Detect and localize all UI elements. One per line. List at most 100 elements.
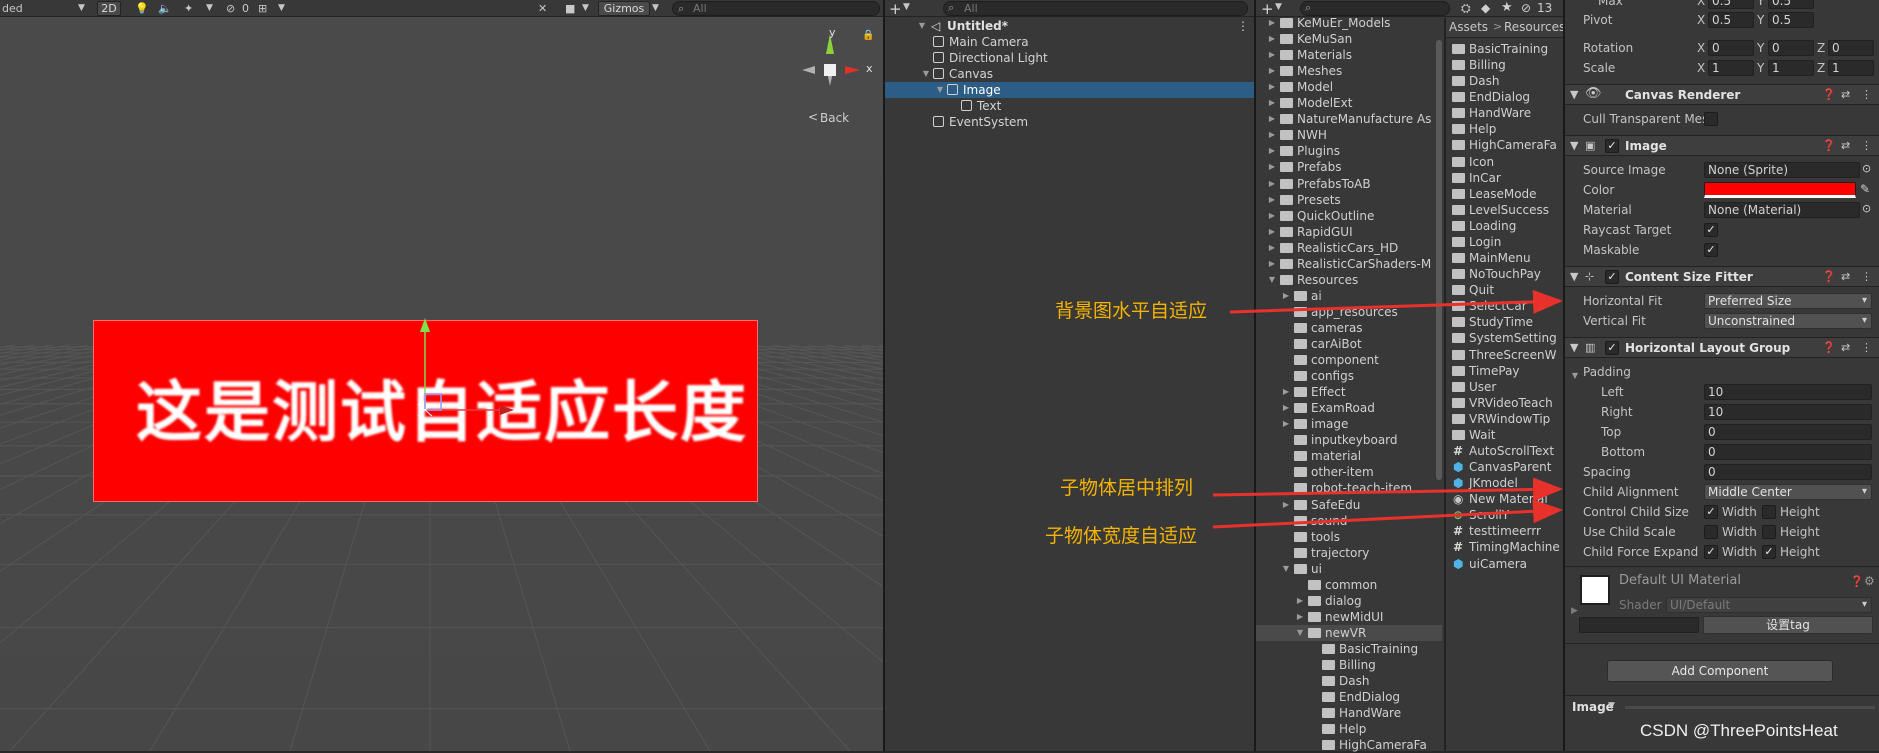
expand-icon[interactable]: ▶ xyxy=(1267,95,1277,111)
gear-icon[interactable]: ⚙ xyxy=(1864,574,1875,588)
project-file-item[interactable]: # testtimeerrr xyxy=(1446,523,1563,539)
horizontal-layout-group-header[interactable]: ▼ ▥ ✓ Horizontal Layout Group ❓ ⇄ ⋮ xyxy=(1565,337,1879,358)
project-tree-item[interactable]: trajectory xyxy=(1256,545,1442,561)
project-tree-item[interactable]: ▶ dialog xyxy=(1256,593,1442,609)
add-icon[interactable]: + xyxy=(889,0,902,18)
scene-root-row[interactable]: ▼ ◁ Untitled* ⋮ xyxy=(885,18,1254,34)
project-file-item[interactable]: ⊛ ScrollY xyxy=(1446,507,1563,523)
preset-icon[interactable]: ⇄ xyxy=(1841,270,1850,283)
project-file-item[interactable]: HandWare xyxy=(1446,105,1563,121)
favorite-icon[interactable]: ★ xyxy=(1501,0,1513,15)
expand-icon[interactable]: ▶ xyxy=(1267,79,1277,95)
chevron-down-icon[interactable]: ▼ xyxy=(78,0,85,17)
project-tree-item[interactable]: Help xyxy=(1256,721,1442,737)
project-tree-item[interactable]: ▼ Resources xyxy=(1256,272,1442,288)
project-file-item[interactable]: ⬢ CanvasParent xyxy=(1446,459,1563,475)
expand-icon[interactable]: ▶ xyxy=(1267,47,1277,63)
help-icon[interactable]: ❓ xyxy=(1822,341,1836,354)
mode-2d-button[interactable]: 2D xyxy=(97,1,121,16)
effects-icon[interactable]: ✦ xyxy=(184,0,193,17)
project-tree-item[interactable]: ▶ KeMuEr_Models xyxy=(1256,15,1442,31)
project-tree-item[interactable]: ▶ ai xyxy=(1256,288,1442,304)
help-icon[interactable]: ❓ xyxy=(1822,139,1836,152)
pivot-y-field[interactable]: 0.5 xyxy=(1768,12,1814,28)
raycast-checkbox[interactable]: ✓ xyxy=(1704,223,1718,237)
padding-right-field[interactable]: 10 xyxy=(1704,404,1872,420)
hlg-enabled-checkbox[interactable]: ✓ xyxy=(1605,341,1619,355)
csf-enabled-checkbox[interactable]: ✓ xyxy=(1605,270,1619,284)
color-swatch[interactable] xyxy=(1704,182,1856,198)
project-tree-item[interactable]: common xyxy=(1256,577,1442,593)
preset-icon[interactable]: ⇄ xyxy=(1841,88,1850,101)
more-icon[interactable]: ⋮ xyxy=(1861,139,1872,152)
project-file-item[interactable]: LevelSuccess xyxy=(1446,202,1563,218)
collapse-icon[interactable]: ▼ xyxy=(1570,270,1578,283)
project-file-item[interactable]: HighCameraFa xyxy=(1446,137,1563,153)
project-file-item[interactable]: SystemSetting xyxy=(1446,330,1563,346)
project-tree-item[interactable]: ▶ NatureManufacture As xyxy=(1256,111,1442,127)
image-enabled-checkbox[interactable]: ✓ xyxy=(1605,139,1619,153)
filter-label-icon[interactable]: ◆ xyxy=(1481,1,1490,15)
project-tree-item[interactable]: material xyxy=(1256,448,1442,464)
chevron-down-icon[interactable]: ▼ xyxy=(1608,701,1615,711)
project-file-item[interactable]: Help xyxy=(1446,121,1563,137)
project-file-item[interactable]: StudyTime xyxy=(1446,314,1563,330)
expand-icon[interactable]: ▶ xyxy=(1281,416,1291,432)
hierarchy-item[interactable]: Directional Light xyxy=(885,50,1254,66)
effects-dropdown-icon[interactable]: ▼ xyxy=(206,0,213,17)
help-icon[interactable]: ❓ xyxy=(1822,270,1836,283)
material-field[interactable]: None (Material) xyxy=(1704,202,1860,218)
gizmo-back-label[interactable]: Back xyxy=(820,111,849,125)
expand-icon[interactable]: ▶ xyxy=(1267,159,1277,175)
expand-icon[interactable]: ▼ xyxy=(1281,561,1291,577)
scene-view[interactable]: ded ▼ 2D 💡 🔈 ✦ ▼ ⊘ 0 ⊞ ▼ ✕ ■ ▼ Gizmos ▼ … xyxy=(0,0,883,751)
shading-mode-dropdown[interactable]: ded xyxy=(2,0,23,17)
project-tree-item[interactable]: Dash xyxy=(1256,673,1442,689)
set-tag-button[interactable]: 设置tag xyxy=(1703,616,1873,634)
pivot-x-field[interactable]: 0.5 xyxy=(1708,12,1754,28)
project-tree-item[interactable]: ▶ QuickOutline xyxy=(1256,208,1442,224)
expand-icon[interactable]: ▶ xyxy=(1281,288,1291,304)
grid-dropdown-icon[interactable]: ▼ xyxy=(278,0,285,17)
scale-y-field[interactable]: 1 xyxy=(1768,60,1814,76)
expand-icon[interactable]: ▶ xyxy=(1267,31,1277,47)
collapse-icon[interactable]: ▼ xyxy=(1570,139,1578,152)
project-file-item[interactable]: Dash xyxy=(1446,73,1563,89)
add-dropdown-icon[interactable]: ▼ xyxy=(903,2,910,12)
project-tree-item[interactable]: ▼ newVR xyxy=(1256,624,1442,641)
expand-icon[interactable]: ▶ xyxy=(1267,15,1277,31)
ccs-height-checkbox[interactable] xyxy=(1762,505,1776,519)
scale-z-field[interactable]: 1 xyxy=(1828,60,1874,76)
expand-icon[interactable]: ▶ xyxy=(1281,384,1291,400)
project-tree-item[interactable]: BasicTraining xyxy=(1256,641,1442,657)
project-tree-item[interactable]: ▶ KeMuSan xyxy=(1256,31,1442,47)
canvas-renderer-header[interactable]: ▼ 👁 Canvas Renderer ❓ ⇄ ⋮ xyxy=(1565,84,1879,105)
project-tree-item[interactable]: cameras xyxy=(1256,320,1442,336)
project-file-item[interactable]: ◉ New Material xyxy=(1446,491,1563,507)
expand-icon[interactable]: ▶ xyxy=(1281,497,1291,513)
max-y-field[interactable]: 0.5 xyxy=(1768,0,1814,9)
expand-icon[interactable]: ▶ xyxy=(1267,176,1277,192)
expand-icon[interactable]: ▶ xyxy=(1267,127,1277,143)
project-file-item[interactable]: BasicTraining xyxy=(1446,41,1563,57)
hierarchy-search-input[interactable]: All xyxy=(943,1,1248,16)
project-tree-item[interactable]: ▶ Plugins xyxy=(1256,143,1442,159)
gizmos-button[interactable]: Gizmos xyxy=(598,1,650,16)
camera-dropdown-icon[interactable]: ▼ xyxy=(582,0,589,17)
project-tree-item[interactable]: tools xyxy=(1256,529,1442,545)
gizmos-dropdown-icon[interactable]: ▼ xyxy=(652,0,659,17)
project-tree-item[interactable]: app_resources xyxy=(1256,304,1442,320)
expand-icon[interactable]: ▶ xyxy=(1267,111,1277,127)
expand-icon[interactable]: ▶ xyxy=(1295,593,1305,609)
expand-icon[interactable]: ▶ xyxy=(1267,192,1277,208)
project-tree-item[interactable]: EndDialog xyxy=(1256,689,1442,705)
breadcrumb-assets[interactable]: Assets xyxy=(1449,20,1488,34)
expand-icon[interactable]: ▶ xyxy=(1267,63,1277,79)
source-image-field[interactable]: None (Sprite) xyxy=(1704,162,1860,178)
project-tree-item[interactable]: ▶ newMidUI xyxy=(1256,609,1442,625)
more-icon[interactable]: ⋮ xyxy=(1861,270,1872,283)
collapse-icon[interactable]: ▼ xyxy=(1570,341,1578,354)
project-file-item[interactable]: VRVideoTeach xyxy=(1446,395,1563,411)
project-file-item[interactable]: VRWindowTip xyxy=(1446,411,1563,427)
scene-search-input[interactable]: All xyxy=(672,1,880,16)
